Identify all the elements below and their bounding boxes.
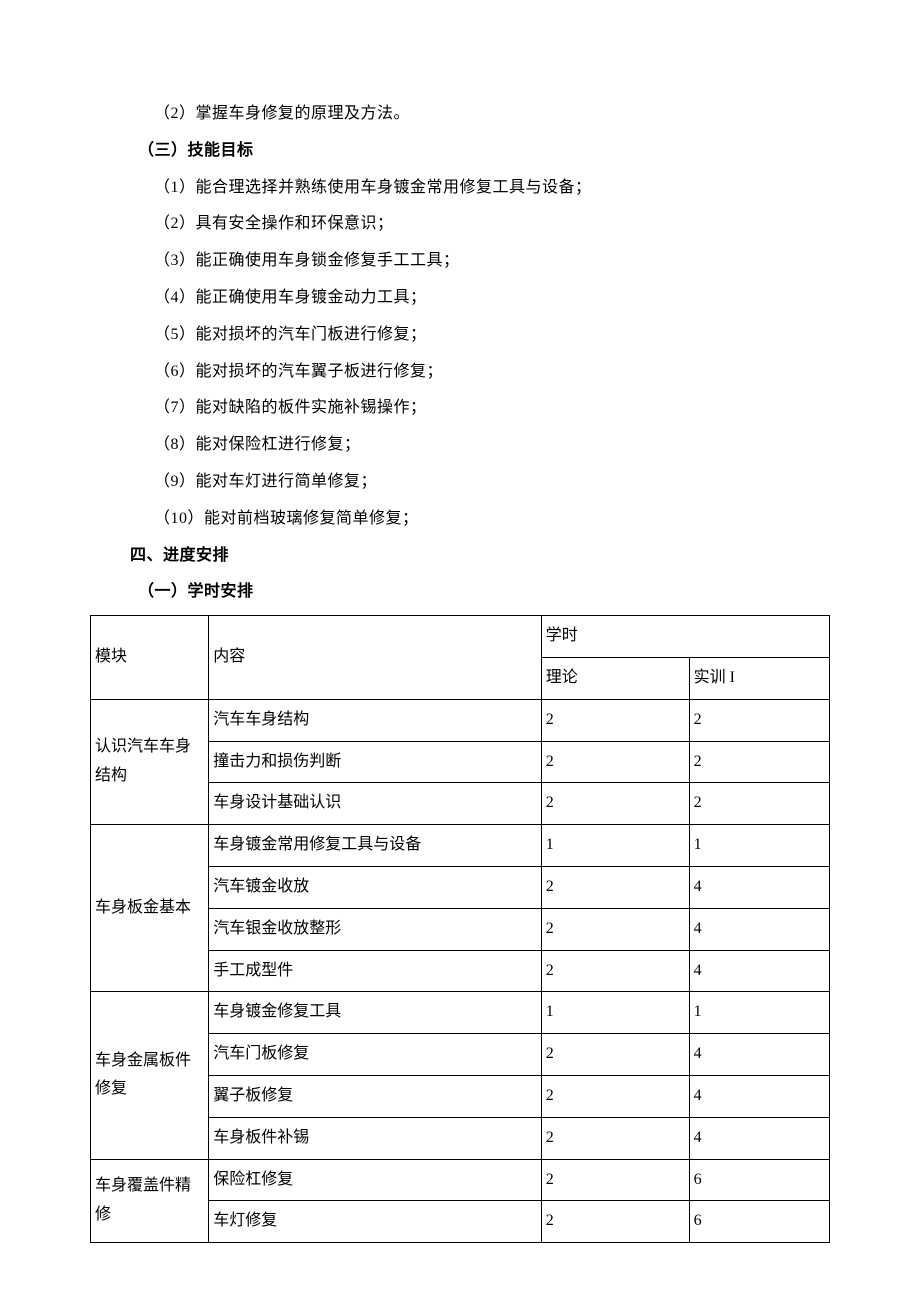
table-header-row: 模块 内容 学时	[91, 616, 830, 658]
theory-cell: 1	[541, 992, 689, 1034]
theory-cell: 2	[541, 866, 689, 908]
body-text: （9）能对车灯进行简单修复；	[90, 468, 830, 497]
section-heading-skills: （三）技能目标	[90, 137, 830, 166]
practice-cell: 4	[689, 1117, 829, 1159]
content-cell: 车身板件补锡	[209, 1117, 542, 1159]
theory-cell: 2	[541, 699, 689, 741]
section-heading-hours: （一）学时安排	[90, 578, 830, 607]
theory-cell: 2	[541, 1034, 689, 1076]
practice-cell: 6	[689, 1159, 829, 1201]
body-text: （5）能对损坏的汽车门板进行修复；	[90, 321, 830, 350]
practice-cell: 1	[689, 992, 829, 1034]
body-text: （6）能对损坏的汽车翼子板进行修复；	[90, 358, 830, 387]
content-cell: 车身设计基础认识	[209, 783, 542, 825]
practice-cell: 4	[689, 1034, 829, 1076]
header-theory: 理论	[541, 657, 689, 699]
header-practice: 实训 I	[689, 657, 829, 699]
theory-cell: 2	[541, 950, 689, 992]
practice-cell: 1	[689, 825, 829, 867]
practice-cell: 4	[689, 866, 829, 908]
theory-cell: 1	[541, 825, 689, 867]
content-cell: 保险杠修复	[209, 1159, 542, 1201]
content-cell: 车身镀金修复工具	[209, 992, 542, 1034]
content-cell: 车灯修复	[209, 1201, 542, 1243]
body-text: （3）能正确使用车身锁金修复手工工具；	[90, 247, 830, 276]
table-row: 认识汽车车身结构 汽车车身结构 2 2	[91, 699, 830, 741]
theory-cell: 2	[541, 741, 689, 783]
table-row: 车身覆盖件精修 保险杠修复 2 6	[91, 1159, 830, 1201]
header-content: 内容	[209, 616, 542, 700]
header-hours: 学时	[541, 616, 829, 658]
practice-cell: 4	[689, 950, 829, 992]
practice-cell: 2	[689, 783, 829, 825]
table-row: 车身板金基本 车身镀金常用修复工具与设备 1 1	[91, 825, 830, 867]
header-module: 模块	[91, 616, 209, 700]
schedule-table: 模块 内容 学时 理论 实训 I 认识汽车车身结构 汽车车身结构 2 2 撞击力…	[90, 615, 830, 1243]
practice-cell: 4	[689, 908, 829, 950]
practice-cell: 2	[689, 741, 829, 783]
section-heading-schedule: 四、进度安排	[90, 542, 830, 571]
body-text: （4）能正确使用车身镀金动力工具；	[90, 284, 830, 313]
content-cell: 手工成型件	[209, 950, 542, 992]
body-text: （8）能对保险杠进行修复；	[90, 431, 830, 460]
body-text: （10）能对前档玻璃修复简单修复；	[90, 505, 830, 534]
content-cell: 翼子板修复	[209, 1075, 542, 1117]
theory-cell: 2	[541, 908, 689, 950]
module-cell: 车身金属板件修复	[91, 992, 209, 1159]
body-text: （2）掌握车身修复的原理及方法。	[90, 100, 830, 129]
theory-cell: 2	[541, 1075, 689, 1117]
module-cell: 车身板金基本	[91, 825, 209, 992]
theory-cell: 2	[541, 1201, 689, 1243]
module-cell: 车身覆盖件精修	[91, 1159, 209, 1243]
content-cell: 撞击力和损伤判断	[209, 741, 542, 783]
content-cell: 车身镀金常用修复工具与设备	[209, 825, 542, 867]
theory-cell: 2	[541, 1159, 689, 1201]
content-cell: 汽车银金收放整形	[209, 908, 542, 950]
content-cell: 汽车车身结构	[209, 699, 542, 741]
content-cell: 汽车门板修复	[209, 1034, 542, 1076]
content-cell: 汽车镀金收放	[209, 866, 542, 908]
body-text: （1）能合理选择并熟练使用车身镀金常用修复工具与设备；	[90, 174, 830, 203]
theory-cell: 2	[541, 783, 689, 825]
module-cell: 认识汽车车身结构	[91, 699, 209, 824]
table-row: 车身金属板件修复 车身镀金修复工具 1 1	[91, 992, 830, 1034]
body-text: （7）能对缺陷的板件实施补锡操作；	[90, 394, 830, 423]
practice-cell: 4	[689, 1075, 829, 1117]
practice-cell: 2	[689, 699, 829, 741]
body-text: （2）具有安全操作和环保意识；	[90, 210, 830, 239]
practice-cell: 6	[689, 1201, 829, 1243]
theory-cell: 2	[541, 1117, 689, 1159]
